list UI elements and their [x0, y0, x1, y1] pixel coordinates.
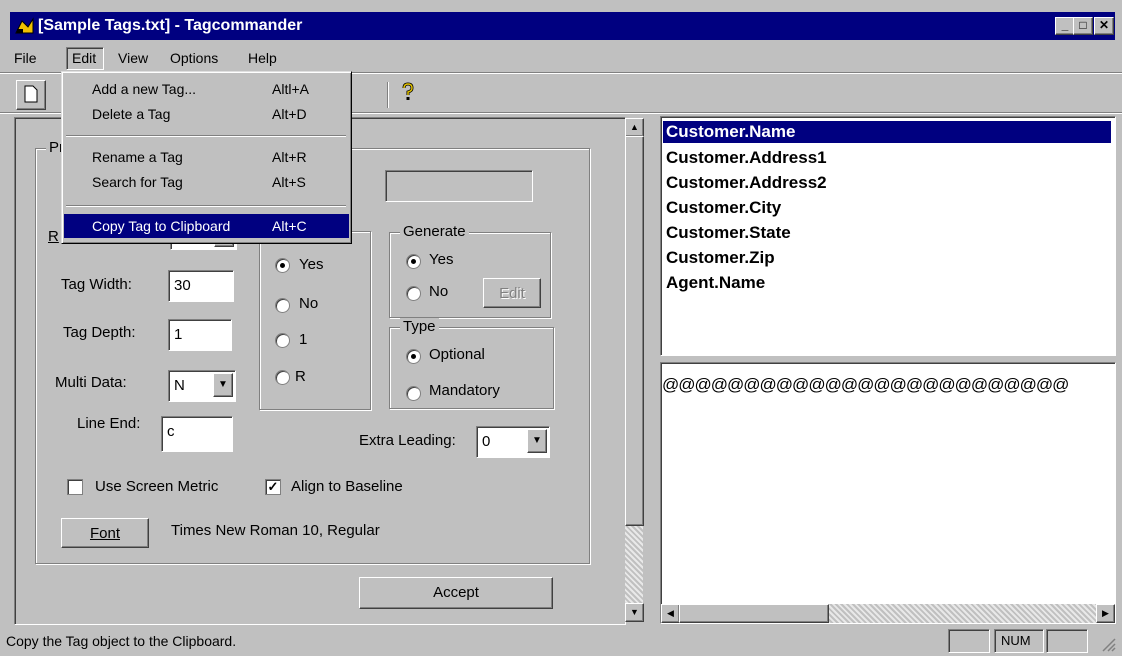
menu-item-copy-tag[interactable]: Copy Tag to Clipboard Alt+C	[64, 214, 349, 238]
tag-list-item[interactable]: Customer.City	[666, 198, 781, 218]
tag-list-item[interactable]: Customer.Zip	[666, 248, 775, 268]
tag-list[interactable]: Customer.Name Customer.Address1 Customer…	[660, 116, 1116, 356]
dropdown-arrow-icon[interactable]: ▼	[213, 373, 233, 397]
maximize-button[interactable]: □	[1073, 17, 1093, 35]
close-button[interactable]: ✕	[1094, 17, 1114, 35]
tag-list-item[interactable]: Customer.State	[666, 223, 791, 243]
generate-no-label: No	[429, 283, 449, 300]
status-cell-scroll	[1046, 629, 1088, 653]
tag-list-item[interactable]: Agent.Name	[666, 273, 765, 293]
accept-button[interactable]: Accept	[359, 577, 553, 609]
scroll-thumb[interactable]	[625, 136, 644, 526]
radio-yes-label: Yes	[299, 256, 324, 273]
extra-leading-select[interactable]: 0 ▼	[476, 426, 550, 458]
scroll-up-icon[interactable]: ▲	[625, 118, 644, 137]
tag-list-item[interactable]: Customer.Address1	[666, 148, 827, 168]
status-cell-num: NUM	[994, 629, 1044, 653]
font-button[interactable]: Font	[61, 518, 149, 548]
obscured-label: R	[48, 228, 59, 245]
menu-item-delete-tag[interactable]: Delete a Tag Alt+D	[64, 102, 349, 126]
minimize-button[interactable]: _	[1055, 17, 1075, 35]
preview-hscrollbar[interactable]: ◀ ▶	[661, 604, 1115, 623]
radio-yes[interactable]	[275, 258, 290, 273]
edit-menu-dropdown: Add a new Tag... Altl+A Delete a Tag Alt+D…	[61, 71, 352, 244]
generate-group-title: Generate	[400, 223, 469, 240]
tag-list-item[interactable]: Customer.Address2	[666, 173, 827, 193]
type-optional-label: Optional	[429, 346, 485, 363]
preview-pane[interactable]: @@@@@@@@@@@@@@@@@@@@@@@@@ ◀ ▶	[660, 362, 1116, 624]
menu-separator	[66, 205, 346, 207]
menu-item-search-tag[interactable]: Search for Tag Alt+S	[64, 170, 349, 194]
radio-no-label: No	[299, 295, 319, 312]
menu-file[interactable]: File	[14, 50, 37, 66]
tag-depth-label: Tag Depth:	[63, 324, 136, 341]
align-to-baseline-label: Align to Baseline	[291, 478, 403, 495]
radio-no[interactable]	[275, 298, 290, 313]
generate-no-radio[interactable]	[406, 286, 421, 301]
size-grip-icon[interactable]	[1100, 636, 1116, 652]
status-bar: Copy the Tag object to the Clipboard. NU…	[0, 626, 1122, 656]
scroll-left-icon[interactable]: ◀	[661, 604, 680, 623]
extra-leading-label: Extra Leading:	[359, 432, 456, 449]
multi-data-select[interactable]: N ▼	[168, 370, 236, 402]
scroll-right-icon[interactable]: ▶	[1096, 604, 1115, 623]
type-mandatory-radio[interactable]	[406, 386, 421, 401]
tag-depth-input[interactable]: 1	[168, 319, 232, 351]
type-mandatory-label: Mandatory	[429, 382, 500, 399]
help-button[interactable]	[396, 82, 420, 106]
menu-edit[interactable]: Edit	[66, 47, 104, 70]
new-button[interactable]	[16, 80, 46, 110]
status-cell-caps	[948, 629, 990, 653]
app-icon	[15, 17, 34, 34]
use-screen-metric-label: Use Screen Metric	[95, 478, 219, 495]
hscroll-thumb[interactable]	[679, 604, 829, 623]
title-bar[interactable]: [Sample Tags.txt] - Tagcommander _ □ ✕	[10, 12, 1115, 40]
radio-r[interactable]	[275, 370, 290, 385]
tag-width-input[interactable]: 30	[168, 270, 234, 302]
toolbar-separator	[387, 82, 389, 108]
align-to-baseline-checkbox[interactable]: ✓	[265, 479, 281, 495]
generate-yes-label: Yes	[429, 251, 454, 268]
type-optional-radio[interactable]	[406, 349, 421, 364]
generate-edit-button[interactable]: Edit	[483, 278, 541, 308]
window-title: [Sample Tags.txt] - Tagcommander	[38, 17, 303, 34]
new-document-icon	[24, 85, 38, 103]
tag-width-label: Tag Width:	[61, 276, 132, 293]
multi-data-label: Multi Data:	[55, 374, 127, 391]
use-screen-metric-checkbox[interactable]	[67, 479, 83, 495]
tag-list-item[interactable]: Customer.Name	[666, 122, 795, 142]
status-message: Copy the Tag object to the Clipboard.	[6, 633, 237, 649]
line-end-label: Line End:	[77, 415, 141, 432]
menu-item-rename-tag[interactable]: Rename a Tag Alt+R	[64, 145, 349, 169]
line-end-input[interactable]: c	[161, 416, 233, 452]
question-mark-icon	[402, 82, 414, 100]
menu-view[interactable]: View	[118, 50, 148, 66]
radio-r-label: R	[295, 368, 306, 385]
menu-separator	[66, 135, 346, 137]
dropdown-arrow-icon[interactable]: ▼	[527, 429, 547, 453]
menu-help[interactable]: Help	[248, 50, 277, 66]
menu-item-add-tag[interactable]: Add a new Tag... Altl+A	[64, 77, 349, 101]
type-group-title: Type	[400, 318, 439, 335]
menu-options[interactable]: Options	[170, 50, 218, 66]
left-scrollbar[interactable]: ▲ ▼	[625, 118, 644, 622]
generate-yes-radio[interactable]	[406, 254, 421, 269]
preview-text: @@@@@@@@@@@@@@@@@@@@@@@@@	[662, 375, 1069, 394]
tag-name-field[interactable]	[385, 170, 533, 202]
radio-1-label: 1	[299, 331, 308, 348]
font-description: Times New Roman 10, Regular	[171, 522, 380, 539]
radio-1[interactable]	[275, 333, 290, 348]
scroll-down-icon[interactable]: ▼	[625, 603, 644, 622]
